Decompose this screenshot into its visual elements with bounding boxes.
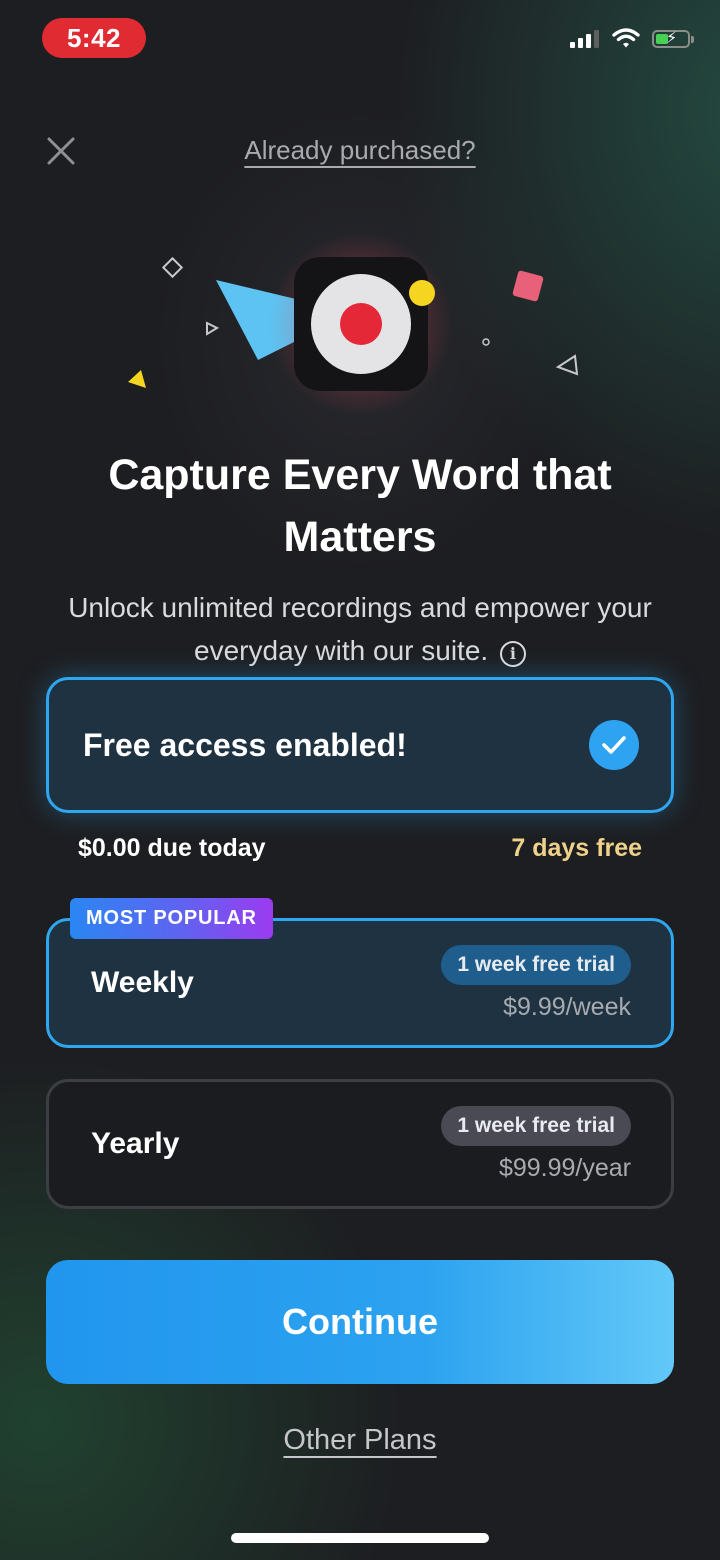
most-popular-badge: MOST POPULAR [70, 898, 273, 939]
trial-badge: 1 week free trial [441, 1105, 631, 1146]
home-indicator[interactable] [231, 1533, 489, 1543]
subtitle-text: Unlock unlimited recordings and empower … [68, 592, 652, 666]
plan-details: 1 week free trial $9.99/week [441, 944, 631, 1022]
free-days-text: 7 days free [511, 834, 642, 862]
confetti-yellow-triangle [128, 370, 146, 388]
continue-button[interactable]: Continue [46, 1260, 674, 1384]
trial-badge: 1 week free trial [441, 944, 631, 985]
record-dot [340, 303, 382, 345]
record-ring [311, 274, 411, 374]
plan-price: $99.99/year [498, 1153, 631, 1182]
record-app-icon [294, 257, 428, 391]
due-today-text: $0.00 due today [78, 834, 266, 862]
plan-details: 1 week free trial $99.99/year [441, 1105, 631, 1183]
plan-name: Yearly [91, 1127, 180, 1160]
page-subtitle: Unlock unlimited recordings and empower … [60, 586, 660, 672]
confetti-pink-square [512, 270, 544, 302]
confetti-small-triangle-outline [206, 321, 220, 336]
confetti-triangle-outline-right [555, 354, 579, 376]
free-access-toggle[interactable]: Free access enabled! [46, 677, 674, 813]
confetti-ring [482, 338, 490, 346]
confetti-diamond-outline [161, 256, 184, 279]
plan-option-yearly[interactable]: Yearly 1 week free trial $99.99/year [46, 1079, 674, 1209]
page-title: Capture Every Word that Matters [108, 451, 612, 561]
other-plans-wrap: Other Plans [0, 1424, 720, 1457]
info-icon[interactable]: i [499, 640, 526, 667]
plan-name: Weekly [91, 966, 194, 999]
plan-price: $9.99/week [503, 992, 631, 1021]
yellow-dot [409, 280, 435, 306]
due-today-row: $0.00 due today 7 days free [78, 834, 642, 863]
free-access-label: Free access enabled! [83, 726, 407, 763]
hero-illustration [0, 0, 720, 430]
other-plans-link[interactable]: Other Plans [283, 1424, 436, 1456]
checkmark-icon [589, 720, 639, 770]
